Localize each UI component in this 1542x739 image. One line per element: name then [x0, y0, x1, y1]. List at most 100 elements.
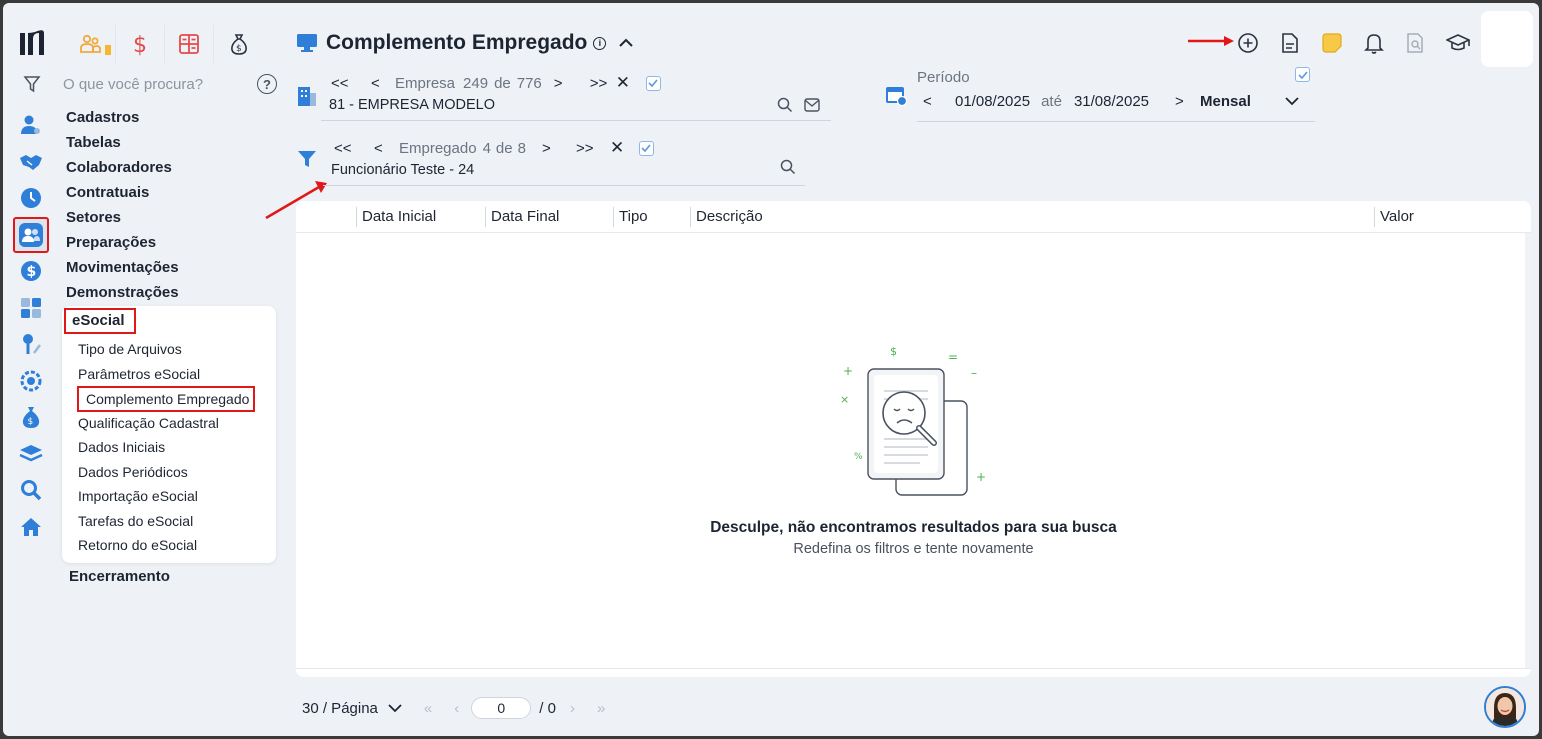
prev-page-button[interactable]: ‹ — [454, 700, 459, 717]
app-window: $ $ O que você procura? ? $ $ Cadastros … — [3, 3, 1539, 736]
empresa-field[interactable]: 81 - EMPRESA MODELO — [329, 97, 495, 113]
page-input[interactable]: 0 — [471, 697, 532, 719]
rail-home-icon[interactable] — [13, 509, 49, 546]
empregado-field[interactable]: Funcionário Teste - 24 — [331, 162, 474, 178]
rail-handshake-icon[interactable] — [13, 144, 49, 181]
menu-item-contratuais[interactable]: Contratuais — [66, 180, 278, 205]
empresa-search-icon[interactable] — [777, 97, 793, 113]
first-page-button[interactable]: « — [424, 700, 432, 717]
rail-layers-icon[interactable] — [13, 436, 49, 473]
submenu-item-retorno[interactable]: Retorno do eSocial — [78, 537, 197, 553]
menu-item-movimentacoes[interactable]: Movimentações — [66, 255, 278, 280]
help-icon[interactable]: ? — [257, 74, 277, 94]
notes-icon[interactable] — [1311, 27, 1353, 59]
rail-moneybag-icon[interactable]: $ — [13, 399, 49, 436]
header-tools — [1227, 27, 1479, 59]
filter-icon[interactable] — [23, 75, 41, 93]
col-tipo[interactable]: Tipo — [613, 207, 648, 227]
rail-dollar-icon[interactable]: $ — [13, 253, 49, 290]
periodo-checkbox[interactable] — [1295, 67, 1310, 82]
chevron-down-icon[interactable] — [1285, 97, 1299, 106]
module-rail: $ $ — [13, 107, 53, 545]
menu-item-colaboradores[interactable]: Colaboradores — [66, 155, 278, 180]
menu-item-demonstracoes[interactable]: Demonstrações — [66, 280, 278, 305]
periodo-start[interactable]: 01/08/2025 — [955, 93, 1030, 110]
next-page-button[interactable]: › — [570, 700, 575, 717]
dollar-module-icon[interactable]: $ — [116, 25, 165, 63]
submenu-item-tarefas[interactable]: Tarefas do eSocial — [78, 513, 193, 529]
rail-gear-icon[interactable] — [13, 363, 49, 400]
bell-icon[interactable] — [1353, 27, 1395, 59]
empregado-label: Empregado — [399, 139, 477, 157]
report-search-icon[interactable] — [1395, 27, 1437, 59]
menu-item-esocial[interactable]: eSocial — [64, 308, 136, 334]
submenu-item-importacao[interactable]: Importação eSocial — [78, 488, 198, 504]
svg-text:=: = — [948, 350, 958, 364]
col-descricao[interactable]: Descrição — [690, 207, 763, 227]
rail-calculator-icon[interactable] — [13, 290, 49, 327]
chevron-up-icon[interactable] — [618, 38, 634, 48]
people-module-icon[interactable] — [67, 25, 116, 63]
search-placeholder[interactable]: O que você procura? — [63, 76, 257, 93]
graduation-cap-icon[interactable] — [1437, 27, 1479, 59]
add-icon[interactable] — [1227, 27, 1269, 59]
rail-clock-icon[interactable] — [13, 180, 49, 217]
submenu-item-qualificacao[interactable]: Qualificação Cadastral — [78, 415, 219, 431]
empregado-clear-icon[interactable]: ✕ — [610, 138, 639, 158]
empresa-total: 776 — [516, 74, 542, 92]
moneybag-module-icon[interactable]: $ — [214, 25, 263, 63]
per-page-chevron-down-icon[interactable] — [388, 703, 402, 713]
col-data-final[interactable]: Data Final — [485, 207, 559, 227]
empregado-last-button[interactable]: >> — [576, 140, 610, 157]
submenu-item-tipo-arquivos[interactable]: Tipo de Arquivos — [78, 341, 182, 357]
pagination: 30 / Página « ‹ 0 / 0 › » — [302, 697, 605, 719]
col-data-inicial[interactable]: Data Inicial — [356, 207, 436, 227]
menu-item-cadastros[interactable]: Cadastros — [66, 105, 278, 130]
document-icon[interactable] — [1269, 27, 1311, 59]
empresa-prev-button[interactable]: < — [371, 75, 395, 92]
svg-text:$: $ — [133, 33, 147, 57]
empresa-first-button[interactable]: << — [331, 75, 371, 92]
info-icon[interactable]: i — [593, 36, 607, 50]
col-valor[interactable]: Valor — [1374, 207, 1414, 227]
periodo-next-button[interactable]: > — [1175, 93, 1200, 110]
app-logo[interactable] — [17, 29, 49, 59]
empregado-next-button[interactable]: > — [542, 140, 576, 157]
menu-item-tabelas[interactable]: Tabelas — [66, 130, 278, 155]
menu-item-setores[interactable]: Setores — [66, 205, 278, 230]
horizontal-scrollbar[interactable] — [296, 668, 1531, 669]
monitor-icon — [297, 34, 317, 52]
svg-text:–: – — [971, 366, 977, 380]
menu-search[interactable]: O que você procura? ? — [23, 71, 277, 97]
empresa-checkbox[interactable] — [645, 75, 661, 91]
rail-user-settings-icon[interactable] — [13, 107, 49, 144]
empresa-clear-icon[interactable]: ✕ — [616, 73, 646, 93]
periodo-prev-button[interactable]: < — [917, 93, 955, 110]
periodo-mode[interactable]: Mensal — [1200, 93, 1285, 110]
periodo-end[interactable]: 31/08/2025 — [1074, 93, 1149, 110]
menu-item-encerramento[interactable]: Encerramento — [69, 568, 170, 585]
empregado-first-button[interactable]: << — [334, 140, 374, 157]
filter-funnel-icon[interactable] — [297, 149, 317, 169]
empregado-search-icon[interactable] — [780, 159, 796, 175]
rail-tools-icon[interactable] — [13, 326, 49, 363]
spreadsheet-module-icon[interactable] — [165, 25, 214, 63]
per-page-select[interactable]: 30 / Página — [302, 700, 378, 717]
submenu-item-dados-iniciais[interactable]: Dados Iniciais — [78, 439, 165, 455]
rail-people-icon[interactable] — [13, 216, 49, 253]
submenu-item-parametros[interactable]: Parâmetros eSocial — [78, 366, 200, 382]
rail-search-icon[interactable] — [13, 472, 49, 509]
submenu-item-dados-periodicos[interactable]: Dados Periódicos — [78, 464, 188, 480]
menu-item-preparacoes[interactable]: Preparações — [66, 230, 278, 255]
empregado-checkbox[interactable] — [638, 140, 654, 156]
empresa-next-button[interactable]: > — [554, 75, 590, 92]
empresa-current: 249 — [463, 74, 489, 92]
empresa-last-button[interactable]: >> — [590, 75, 616, 92]
assistant-avatar[interactable] — [1484, 686, 1526, 728]
submenu-item-complemento-empregado[interactable]: Complemento Empregado — [77, 386, 256, 412]
empresa-mail-icon[interactable] — [804, 98, 820, 112]
periodo-row: < 01/08/2025 até 31/08/2025 > Mensal — [917, 93, 1315, 110]
last-page-button[interactable]: » — [597, 700, 605, 717]
vertical-scrollbar[interactable] — [1525, 233, 1531, 669]
empregado-prev-button[interactable]: < — [374, 140, 399, 157]
